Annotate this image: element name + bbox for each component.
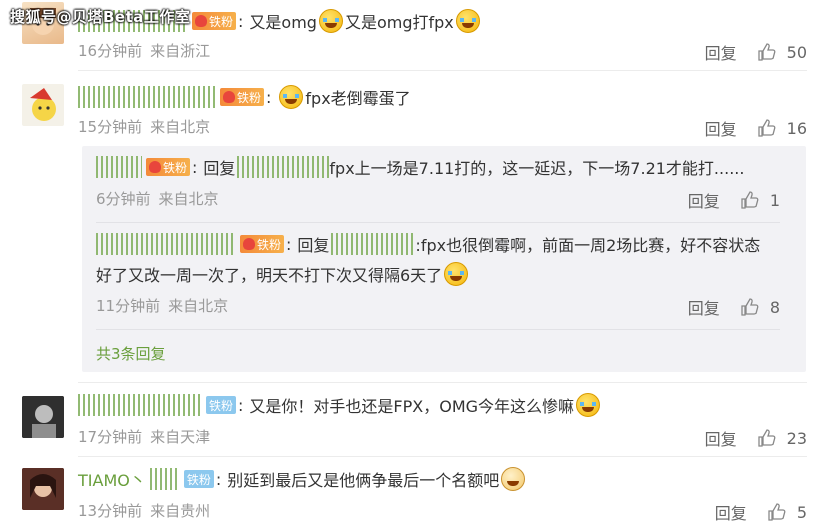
fan-badge: 铁粉 (192, 12, 237, 30)
like-count: 1 (769, 190, 780, 210)
timestamp: 11分钟前 (96, 297, 161, 315)
sub-reply-meta: 6分钟前 来自北京 (96, 188, 219, 209)
fan-badge: 铁粉 (220, 88, 265, 106)
laugh-cry-emoji-icon (455, 9, 480, 33)
location: 来自北京 (168, 297, 229, 315)
reply-button[interactable]: 回复 (715, 500, 747, 524)
timestamp: 6分钟前 (96, 190, 151, 208)
avatar-image (22, 468, 64, 510)
location: 来自天津 (150, 428, 211, 446)
reply-prefix: 回复 (297, 236, 330, 255)
location: 来自贵州 (150, 502, 211, 520)
reply-target-username[interactable] (237, 156, 330, 178)
like-count: 50 (786, 42, 807, 62)
divider (96, 329, 780, 330)
heart-icon (223, 91, 235, 103)
divider (78, 456, 807, 457)
timestamp: 16分钟前 (78, 42, 143, 60)
reply-button[interactable]: 回复 (705, 116, 737, 140)
username[interactable] (96, 233, 236, 255)
username[interactable] (78, 86, 216, 108)
like-count: 16 (786, 118, 807, 138)
sub-reply-meta: 11分钟前 来自北京 (96, 295, 228, 316)
comment-text: fpx老倒霉蛋了 (305, 89, 411, 108)
fan-badge: 铁粉 (240, 235, 285, 253)
comment-text: 别延到最后又是他俩争最后一个名额吧 (227, 471, 500, 490)
divider (78, 382, 807, 383)
divider (96, 222, 780, 223)
location: 来自北京 (150, 118, 211, 136)
comment-text: 又是你！对手也还是FPX，OMG今年这么惨嘛 (249, 397, 575, 416)
crying-emoji-icon (279, 85, 304, 109)
avatar-image (22, 396, 64, 438)
fan-badge: 铁粉 (206, 396, 237, 414)
location: 来自浙江 (150, 42, 211, 60)
reply-button[interactable]: 回复 (705, 426, 737, 450)
location: 来自北京 (158, 190, 219, 208)
colon: : (215, 469, 222, 489)
sub-reply-text: :fpx也很倒霉啊，前面一周2场比赛，好不容状态 (415, 236, 761, 255)
colon: : (286, 234, 292, 254)
reply-target-username[interactable] (331, 233, 416, 255)
doge-emoji-icon (501, 467, 526, 491)
laugh-cry-emoji-icon (576, 393, 601, 417)
heart-icon (243, 238, 255, 250)
reply-button[interactable]: 回复 (705, 40, 737, 64)
sub-reply-text-2: 好了又改一周一次了，明天不打下次又得隔6天了 (96, 266, 443, 285)
avatar-image (30, 88, 56, 121)
avatar[interactable] (22, 468, 64, 510)
thumbs-up-icon[interactable] (740, 190, 760, 210)
laugh-cry-emoji-icon (318, 9, 343, 33)
sub-reply-text: fpx上一场是7.11打的，这一延迟，下一场7.21才能打...... (329, 159, 745, 178)
comment-text-2: 又是omg打fpx (344, 13, 454, 32)
comment-text: 又是omg (249, 13, 317, 32)
comment-meta: 13分钟前 来自贵州 (78, 500, 210, 521)
avatar[interactable] (22, 396, 64, 438)
fan-badge: 铁粉 (146, 158, 191, 176)
reply-prefix: 回复 (203, 159, 236, 178)
thumbs-up-icon[interactable] (767, 502, 787, 522)
username[interactable]: TIAMO丶 (78, 467, 146, 491)
timestamp: 13分钟前 (78, 502, 143, 520)
colon: : (266, 87, 272, 107)
thumbs-up-icon[interactable] (757, 42, 777, 62)
comment-meta: 15分钟前 来自北京 (78, 116, 210, 137)
more-replies-link[interactable]: 共3条回复 (96, 343, 166, 364)
crying-emoji-icon (444, 262, 469, 286)
username[interactable] (96, 156, 142, 178)
heart-icon (149, 161, 161, 173)
like-count: 8 (769, 297, 780, 317)
reply-button[interactable]: 回复 (688, 295, 720, 319)
thumbs-up-icon[interactable] (757, 428, 777, 448)
fan-badge: 铁粉 (183, 470, 214, 488)
username-decoration (149, 468, 180, 490)
watermark: 搜狐号@贝塔Beta工作室 (10, 8, 191, 26)
username[interactable] (78, 394, 202, 416)
thumbs-up-icon[interactable] (757, 118, 777, 138)
reply-button[interactable]: 回复 (688, 188, 720, 212)
colon: : (238, 11, 244, 31)
comment-meta: 16分钟前 来自浙江 (78, 40, 210, 61)
colon: : (192, 157, 198, 177)
thumbs-up-icon[interactable] (740, 297, 760, 317)
timestamp: 15分钟前 (78, 118, 143, 136)
timestamp: 17分钟前 (78, 428, 143, 446)
sub-replies-panel: 铁粉 : 回复 fpx上一场是7.11打的，这一延迟，下一场7.21才能打...… (82, 146, 806, 372)
colon: : (238, 395, 244, 415)
like-count: 5 (796, 502, 807, 522)
heart-icon (195, 15, 207, 27)
like-count: 23 (786, 428, 807, 448)
divider (78, 70, 807, 71)
comment-meta: 17分钟前 来自天津 (78, 426, 210, 447)
avatar[interactable] (22, 84, 64, 126)
